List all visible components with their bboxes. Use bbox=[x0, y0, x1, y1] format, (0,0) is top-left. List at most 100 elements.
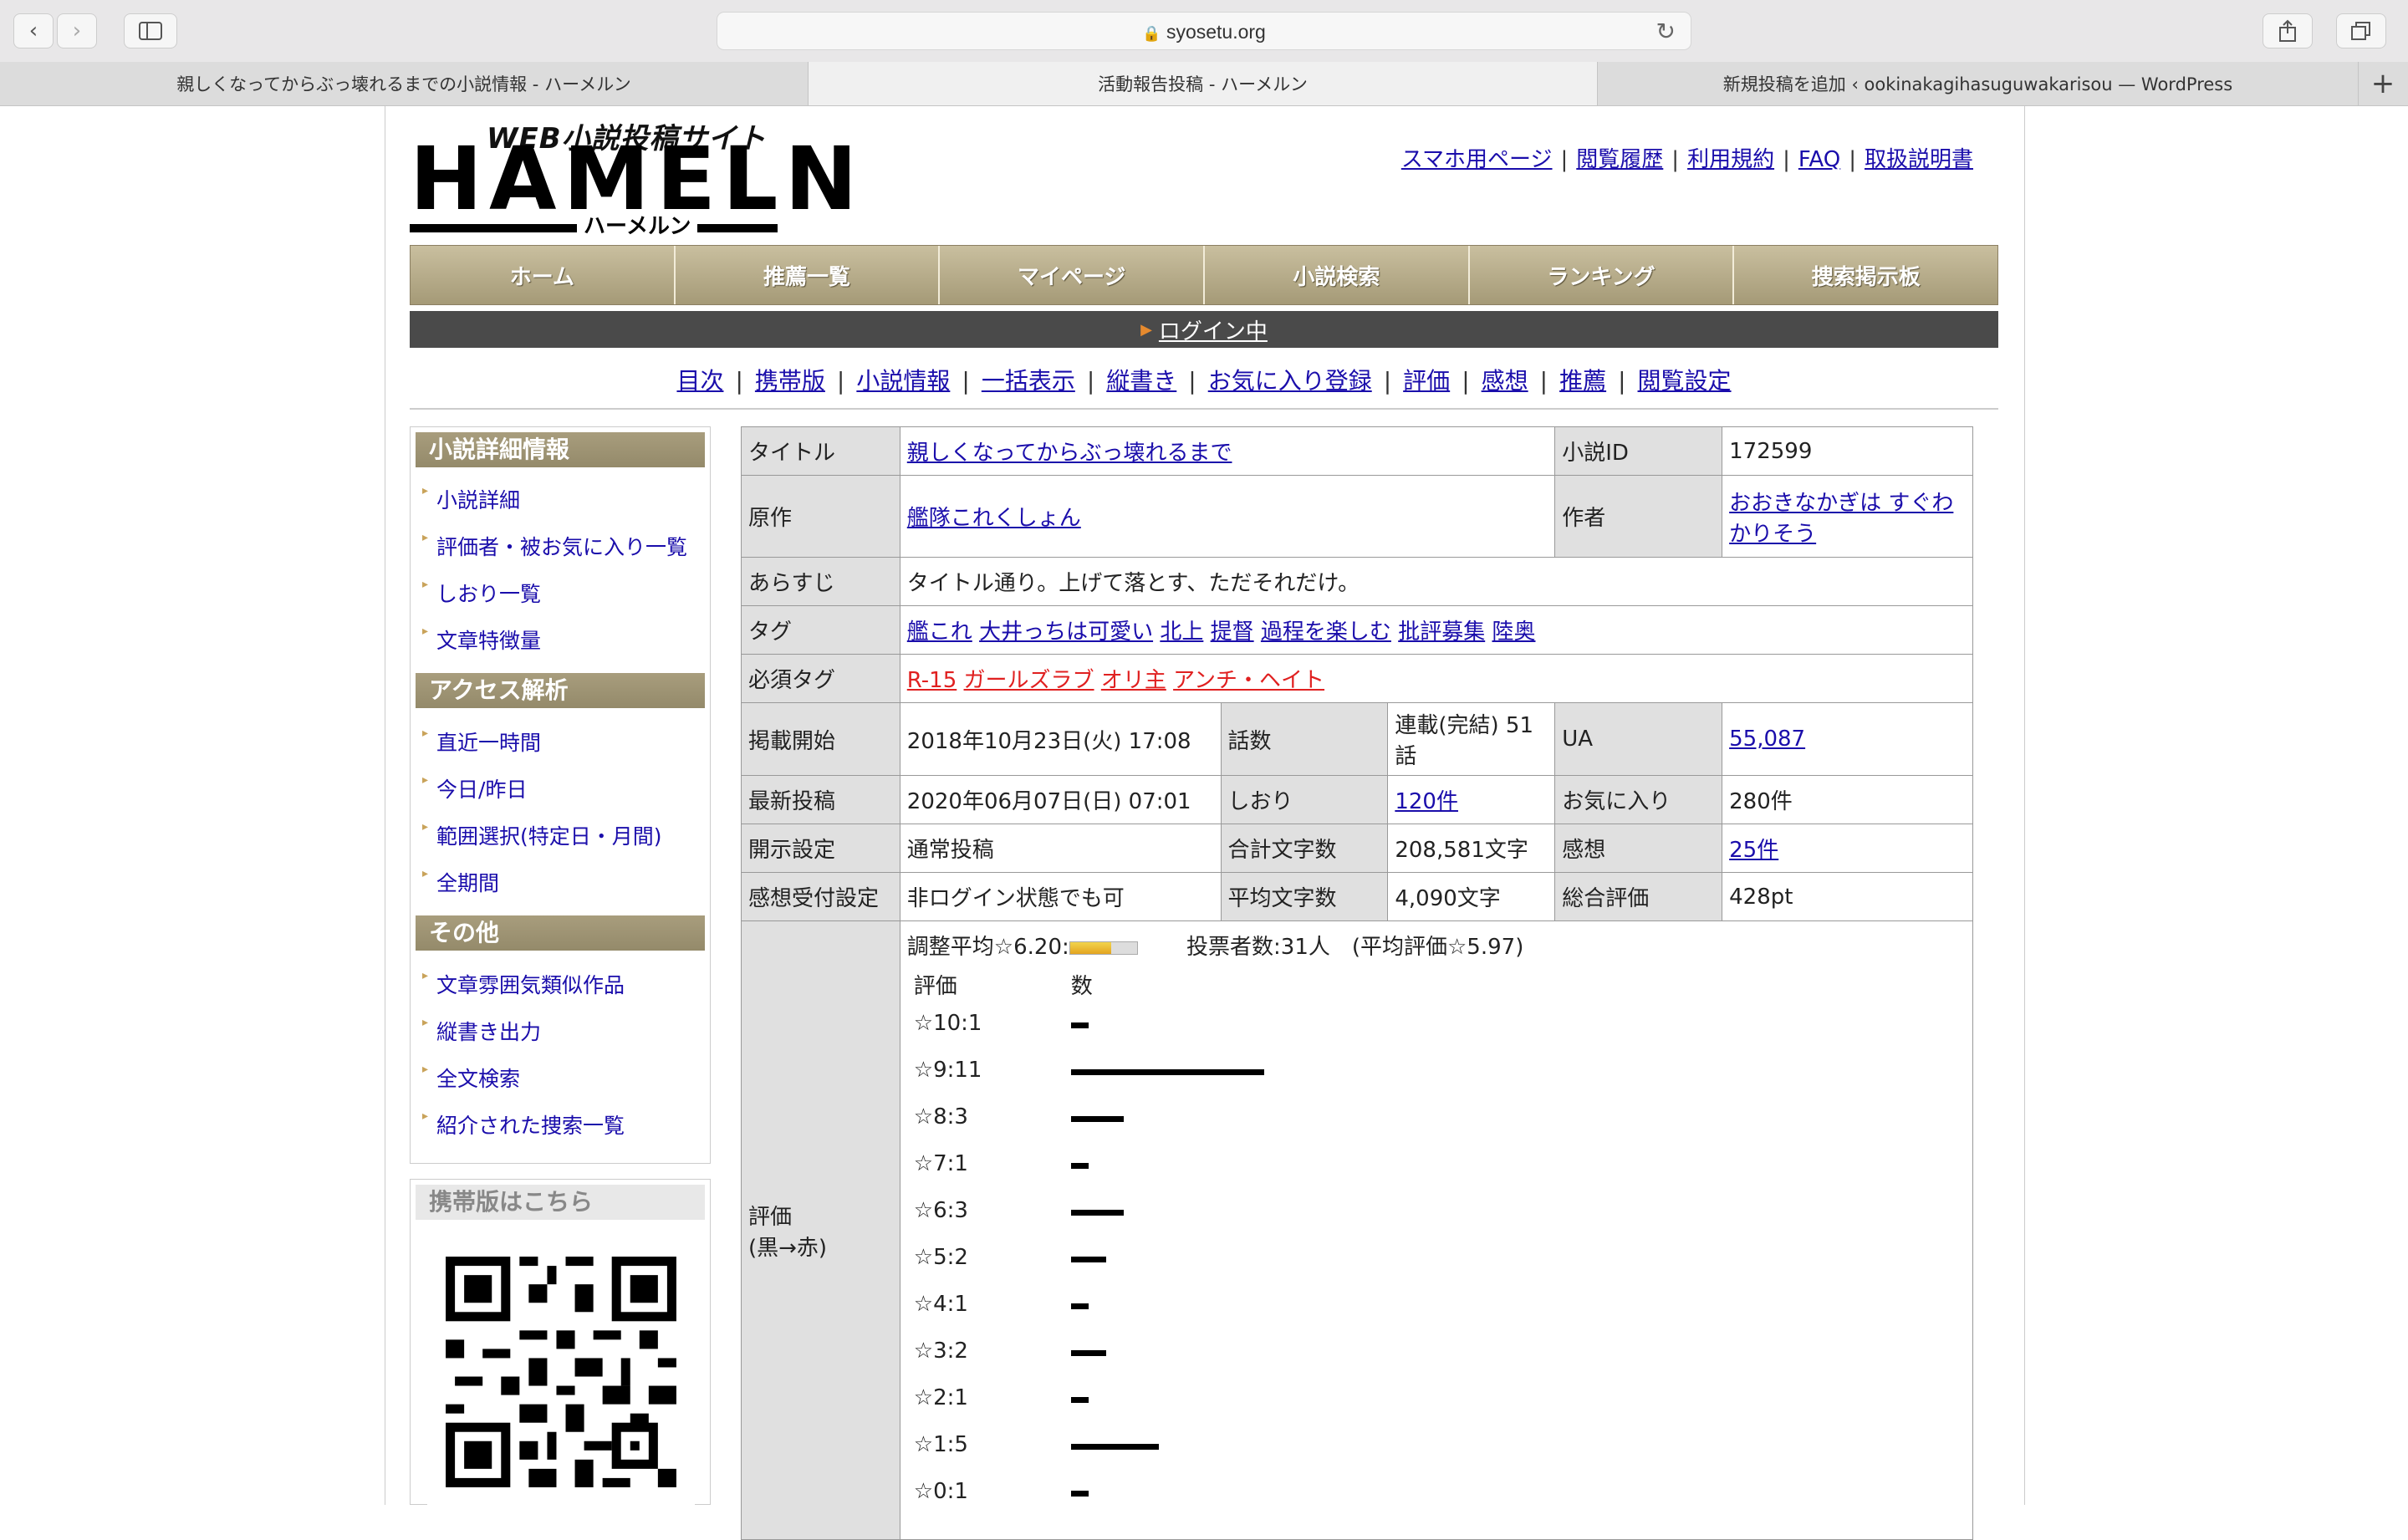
start-date-label: 掲載開始 bbox=[741, 702, 900, 776]
required-tag-link[interactable]: R-15 bbox=[907, 668, 957, 693]
subnav-rating[interactable]: 評価 bbox=[1403, 367, 1450, 395]
subnav-favorite[interactable]: お気に入り登録 bbox=[1208, 367, 1372, 395]
rating-row: ☆10:1 bbox=[907, 1001, 1966, 1048]
subnav-recommend[interactable]: 推薦 bbox=[1559, 367, 1606, 395]
link-smartphone[interactable]: スマホ用ページ bbox=[1401, 147, 1553, 172]
nav-mypage[interactable]: マイページ bbox=[940, 246, 1206, 304]
tag-link[interactable]: 大井っちは可愛い bbox=[979, 620, 1153, 645]
bullet-icon: ▸ bbox=[422, 820, 429, 834]
rating-average: 調整平均☆6.20: bbox=[906, 935, 1069, 960]
bullet-icon: ▸ bbox=[422, 773, 429, 787]
rating-bar bbox=[1070, 1022, 1089, 1028]
subnav-all[interactable]: 一括表示 bbox=[982, 367, 1075, 395]
address-text: syosetu.org bbox=[1166, 21, 1266, 43]
link-history[interactable]: 閲覧履歴 bbox=[1576, 147, 1663, 172]
required-tag-link[interactable]: アンチ・ヘイト bbox=[1173, 668, 1324, 693]
link-terms[interactable]: 利用規約 bbox=[1687, 147, 1774, 172]
back-icon[interactable]: ‹ bbox=[13, 13, 54, 48]
rating-row-label: ☆7:1 bbox=[913, 1151, 968, 1176]
total-chars-label: 合計文字数 bbox=[1220, 824, 1389, 873]
subnav-info[interactable]: 小説情報 bbox=[856, 367, 950, 395]
subnav-toc[interactable]: 目次 bbox=[676, 367, 723, 395]
tags-label: タグ bbox=[741, 605, 900, 655]
rating-bar bbox=[1070, 1069, 1264, 1075]
site-logo[interactable]: WEB小説投稿サイト HAMELN ハーメルン bbox=[410, 115, 857, 241]
rating-row-label: ☆5:2 bbox=[913, 1245, 968, 1270]
forward-icon[interactable]: › bbox=[57, 13, 97, 48]
sidebar-item-introduced[interactable]: ▸ 紹介された捜索一覧 bbox=[422, 1109, 625, 1140]
reload-icon[interactable]: ↻ bbox=[1656, 18, 1676, 45]
sidebar-item-features[interactable]: ▸ 文章特徴量 bbox=[422, 625, 541, 655]
nav-search-board[interactable]: 捜索掲示板 bbox=[1734, 246, 1998, 304]
bullet-icon: ▸ bbox=[422, 1016, 429, 1029]
original-label: 原作 bbox=[741, 475, 900, 558]
sidebar-item-similar[interactable]: ▸ 文章雰囲気類似作品 bbox=[422, 969, 625, 999]
sidebar-heading-other: その他 bbox=[416, 915, 705, 951]
ua-link[interactable]: 55,087 bbox=[1729, 727, 1805, 752]
rating-bar bbox=[1070, 1163, 1089, 1169]
sidebar-item-bookmarks[interactable]: ▸ しおり一覧 bbox=[422, 578, 541, 608]
global-nav: ホーム 推薦一覧 マイページ 小説検索 ランキング 捜索掲示板 bbox=[410, 245, 1998, 305]
rating-bar bbox=[1070, 1210, 1124, 1216]
rating-row-label: ☆0:1 bbox=[913, 1479, 968, 1504]
tab-novel-info[interactable]: 親しくなってからぶっ壊れるまでの小説情報 - ハーメルン bbox=[0, 62, 809, 105]
bullet-icon: ▸ bbox=[422, 727, 429, 740]
author-link[interactable]: おおきなかぎは すぐわかりそう bbox=[1729, 491, 1953, 547]
sidebar-toggle-icon[interactable] bbox=[124, 13, 177, 48]
rating-row: ☆5:2 bbox=[907, 1235, 1966, 1282]
sidebar-heading-access: アクセス解析 bbox=[416, 673, 705, 708]
nav-novel-search[interactable]: 小説検索 bbox=[1205, 246, 1470, 304]
tab-activity-report[interactable]: 活動報告投稿 - ハーメルン bbox=[809, 62, 1598, 105]
subnav-mobile[interactable]: 携帯版 bbox=[755, 367, 825, 395]
nav-home[interactable]: ホーム bbox=[411, 246, 676, 304]
sidebar-item-details[interactable]: ▸ 小説詳細 bbox=[422, 484, 520, 514]
novel-title-link[interactable]: 親しくなってからぶっ壊れるまで bbox=[907, 441, 1232, 466]
tag-link[interactable]: 陸奥 bbox=[1492, 620, 1535, 645]
link-faq[interactable]: FAQ bbox=[1798, 147, 1840, 172]
total-chars-value: 208,581文字 bbox=[1387, 824, 1556, 873]
mobile-version-heading: 携帯版はこちら bbox=[416, 1185, 705, 1220]
sidebar-item-raters[interactable]: ▸ 評価者・被お気に入り一覧 bbox=[422, 531, 687, 561]
latest-post-value: 2020年06月07日(日) 07:01 bbox=[899, 775, 1222, 824]
share-icon[interactable] bbox=[2263, 13, 2313, 48]
new-tab-button[interactable]: + bbox=[2358, 62, 2408, 105]
reviews-link[interactable]: 25件 bbox=[1729, 838, 1778, 863]
original-work-link[interactable]: 艦隊これくしょん bbox=[907, 506, 1081, 531]
nav-ranking[interactable]: ランキング bbox=[1469, 246, 1735, 304]
tag-link[interactable]: 過程を楽しむ bbox=[1261, 620, 1391, 645]
sidebar-item-all-time[interactable]: ▸ 全期間 bbox=[422, 867, 499, 897]
tag-link[interactable]: 北上 bbox=[1160, 620, 1203, 645]
synopsis-label: あらすじ bbox=[741, 557, 900, 606]
sidebar-item-fulltext[interactable]: ▸ 全文検索 bbox=[422, 1063, 520, 1093]
rating-label: 評価 (黒→赤) bbox=[741, 920, 900, 1540]
link-manual[interactable]: 取扱説明書 bbox=[1865, 147, 1973, 172]
total-rating-value: 428pt bbox=[1722, 872, 1973, 921]
required-tag-link[interactable]: オリ主 bbox=[1101, 668, 1166, 693]
tab-bar: 親しくなってからぶっ壊れるまでの小説情報 - ハーメルン 活動報告投稿 - ハー… bbox=[0, 62, 2408, 106]
sidebar-item-range[interactable]: ▸ 範囲選択(特定日・月間) bbox=[422, 820, 662, 850]
tag-link[interactable]: 提督 bbox=[1211, 620, 1254, 645]
tabs-overview-icon[interactable] bbox=[2336, 13, 2386, 48]
address-bar[interactable]: 🔒 syosetu.org ↻ bbox=[717, 12, 1691, 50]
qr-code-icon[interactable] bbox=[427, 1238, 695, 1506]
bookmarks-label: しおり bbox=[1220, 775, 1389, 824]
sidebar-item-vertical-output[interactable]: ▸ 縦書き出力 bbox=[422, 1016, 541, 1046]
tag-link[interactable]: 艦これ bbox=[907, 620, 972, 645]
sidebar-item-last-hour[interactable]: ▸ 直近一時間 bbox=[422, 727, 541, 757]
login-status-link[interactable]: ログイン中 bbox=[1159, 314, 1268, 345]
novel-subnav: 目次 | 携帯版 | 小説情報 | 一括表示 | 縦書き | お気に入り登録 | 評価 | 感想 | 推薦 | 閲覧… bbox=[676, 367, 1732, 395]
nav-recommend-list[interactable]: 推薦一覧 bbox=[675, 246, 941, 304]
subnav-vertical[interactable]: 縦書き bbox=[1106, 367, 1176, 395]
sidebar-item-today[interactable]: ▸ 今日/昨日 bbox=[422, 773, 527, 803]
novel-id-label: 小説ID bbox=[1554, 426, 1723, 476]
required-tag-link[interactable]: ガールズラブ bbox=[964, 668, 1094, 693]
bookmarks-link[interactable]: 120件 bbox=[1395, 789, 1458, 814]
tab-wordpress[interactable]: 新規投稿を追加 ‹ ookinakagihasuguwakarisou — Wo… bbox=[1598, 62, 2359, 105]
subnav-reviews[interactable]: 感想 bbox=[1482, 367, 1528, 395]
tag-link[interactable]: 批評募集 bbox=[1398, 620, 1485, 645]
disclosure-label: 開示設定 bbox=[741, 824, 900, 873]
subnav-view-settings[interactable]: 閲覧設定 bbox=[1638, 367, 1732, 395]
browser-toolbar: ‹ › 🔒 syosetu.org ↻ bbox=[0, 0, 2408, 63]
bullet-icon: ▸ bbox=[422, 1109, 429, 1123]
rating-row: ☆1:5 bbox=[907, 1422, 1966, 1469]
